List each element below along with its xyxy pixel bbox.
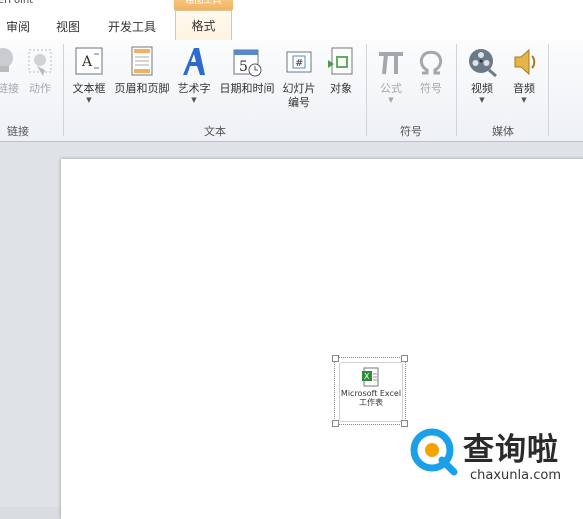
slide-number-icon: # [284, 46, 314, 78]
embedded-excel-object[interactable]: X Microsoft Excel 工作表 [332, 355, 408, 427]
resize-handle[interactable] [332, 355, 339, 362]
group-separator [456, 44, 457, 136]
header-footer-label: 页眉和页脚 [114, 82, 170, 95]
excel-file-icon: X [361, 367, 381, 387]
video-button[interactable]: 视频 ▼ [462, 46, 502, 104]
speaker-icon [509, 46, 539, 78]
symbol-button[interactable]: 符号 [413, 46, 449, 96]
group-label-text: 文本 [204, 125, 226, 138]
group-label-symbols: 符号 [400, 125, 422, 138]
group-label-media: 媒体 [492, 125, 514, 138]
slide-number-button[interactable]: # 幻灯片 编号 [279, 46, 319, 110]
watermark-brand: 查询啦 [463, 432, 559, 468]
wordart-button[interactable]: 艺术字 ▼ [174, 46, 214, 104]
group-label-links: 链接 [7, 125, 29, 138]
group-separator [366, 44, 367, 136]
action-button[interactable]: 动作 [23, 46, 57, 96]
svg-text:X: X [364, 372, 370, 381]
video-label: 视频 [471, 82, 493, 95]
omega-icon [416, 46, 446, 78]
header-footer-icon [127, 46, 157, 78]
slide-number-label-line2: 编号 [288, 96, 310, 109]
audio-label: 音频 [513, 82, 535, 95]
header-footer-button[interactable]: 页眉和页脚 [111, 46, 173, 96]
svg-text:#: # [295, 58, 303, 69]
dropdown-arrow-icon: ▼ [86, 96, 92, 104]
object-label: 对象 [330, 82, 352, 95]
textbox-icon: A [74, 46, 104, 78]
dropdown-arrow-icon: ▼ [191, 96, 197, 104]
dropdown-arrow-icon: ▼ [521, 96, 527, 104]
wordart-icon [179, 46, 209, 78]
svg-text:5: 5 [239, 59, 248, 75]
resize-handle[interactable] [401, 355, 408, 362]
tab-review[interactable]: 审阅 [6, 18, 30, 35]
textbox-button[interactable]: A 文本框 ▼ [69, 46, 109, 104]
equation-label: 公式 [380, 82, 402, 95]
tab-view[interactable]: 视图 [56, 18, 80, 35]
excel-object-caption-line1: Microsoft Excel [340, 389, 402, 398]
equation-button[interactable]: 公式 ▼ [371, 46, 411, 104]
date-time-button[interactable]: 5 日期和时间 [216, 46, 278, 96]
ribbon-tabs: 审阅 视图 开发工具 格式 [0, 10, 583, 41]
wordart-label: 艺术字 [177, 82, 211, 95]
group-separator [63, 44, 64, 136]
svg-text:A: A [81, 54, 93, 70]
action-icon [25, 46, 55, 78]
watermark-logo-icon [408, 426, 458, 476]
app-title: erPoint [0, 0, 34, 6]
dropdown-arrow-icon: ▼ [479, 96, 485, 104]
context-tab-header: 绘图工具 [174, 0, 233, 10]
object-button[interactable]: 对象 [321, 46, 361, 96]
watermark: 查询啦 chaxunla.com [408, 422, 583, 492]
pi-icon [376, 46, 406, 78]
symbol-label: 符号 [420, 82, 442, 95]
group-separator [548, 44, 549, 136]
tab-format[interactable]: 格式 [175, 10, 232, 40]
ribbon: 链接 动作 链接 A 文本框 ▼ 页眉和页脚 艺术字 ▼ 5 日期和时间 # 幻… [0, 40, 583, 142]
excel-object-frame: X Microsoft Excel 工作表 [339, 362, 403, 422]
hyperlink-icon [0, 46, 23, 78]
excel-object-caption: Microsoft Excel 工作表 [340, 389, 402, 407]
slide-number-label-line1: 幻灯片 [282, 82, 316, 95]
excel-object-caption-line2: 工作表 [359, 398, 383, 407]
dropdown-arrow-icon: ▼ [388, 96, 394, 104]
calendar-clock-icon: 5 [232, 46, 262, 78]
film-reel-icon [467, 46, 497, 78]
object-icon [326, 46, 356, 78]
textbox-label: 文本框 [72, 82, 106, 95]
watermark-url: chaxunla.com [470, 468, 561, 483]
resize-handle[interactable] [332, 420, 339, 427]
action-label: 动作 [29, 82, 51, 95]
slide-number-label: 幻灯片 编号 [279, 82, 319, 110]
tab-developer[interactable]: 开发工具 [108, 18, 156, 35]
title-bar: erPoint [0, 0, 583, 10]
date-time-label: 日期和时间 [219, 82, 275, 95]
audio-button[interactable]: 音频 ▼ [504, 46, 544, 104]
resize-handle[interactable] [401, 420, 408, 427]
